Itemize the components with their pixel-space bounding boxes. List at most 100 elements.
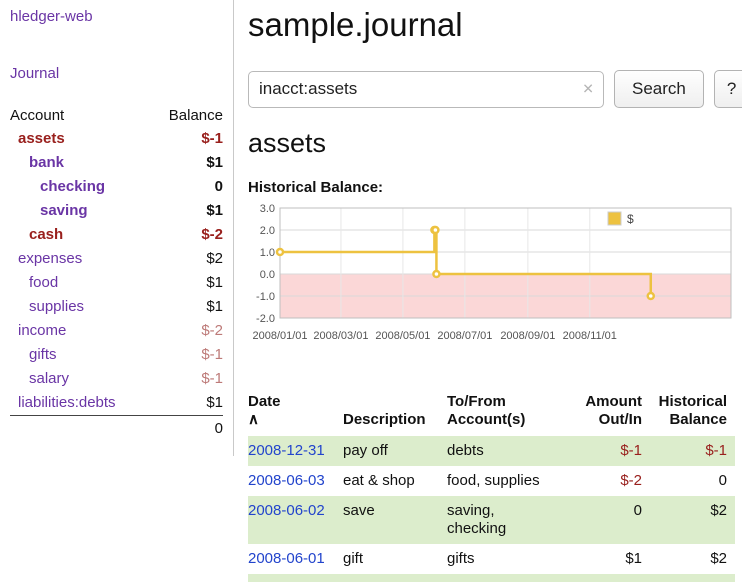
register-header-balance: Historical Balance [650, 373, 735, 436]
accounts-header-account: Account [10, 104, 151, 127]
date-header-label: Date [248, 393, 281, 410]
register-header-date[interactable]: Date ∧ [248, 373, 343, 436]
sidebar: hledger-web Journal Account Balance asse… [0, 0, 234, 456]
account-link[interactable]: expenses [18, 250, 82, 267]
account-row: supplies $1 [10, 295, 223, 319]
svg-text:2008/07/01: 2008/07/01 [437, 330, 492, 342]
svg-text:2008/05/01: 2008/05/01 [375, 330, 430, 342]
account-balance: $1 [151, 295, 223, 319]
account-row: salary $-1 [10, 367, 223, 391]
account-row: checking 0 [10, 175, 223, 199]
account-link[interactable]: income [18, 322, 66, 339]
svg-text:3.0: 3.0 [260, 203, 275, 215]
transaction-balance: $1 [650, 574, 735, 582]
transaction-balance: 0 [650, 466, 735, 496]
transaction-date-link[interactable]: 2008-06-02 [248, 502, 325, 519]
transaction-date-link[interactable]: 2008-06-01 [248, 550, 325, 567]
accounts-total-row: 0 [10, 416, 223, 443]
clear-search-icon[interactable]: ✕ [582, 81, 594, 98]
main-content: sample.journal ✕ Search ? assets Histori… [234, 0, 742, 582]
historical-balance-chart: 3.02.01.00.0-1.0-2.02008/01/012008/03/01… [248, 202, 742, 353]
svg-text:0.0: 0.0 [260, 269, 275, 281]
register-header-description: Description [343, 373, 447, 436]
transaction-amount: $-1 [571, 436, 650, 466]
transaction-description: gift [343, 544, 447, 574]
account-balance: $2 [151, 247, 223, 271]
transaction-accounts: salary [447, 574, 571, 582]
account-link[interactable]: liabilities:debts [18, 394, 116, 411]
help-button[interactable]: ? [714, 70, 742, 108]
svg-text:2008/03/01: 2008/03/01 [313, 330, 368, 342]
sidebar-nav: Journal [10, 65, 223, 82]
transaction-description: pay off [343, 436, 447, 466]
search-button[interactable]: Search [614, 70, 704, 108]
transaction-amount: 0 [571, 496, 650, 544]
search-input[interactable] [248, 71, 604, 108]
transaction-description: income [343, 574, 447, 582]
account-link[interactable]: checking [40, 178, 105, 195]
transaction-accounts: saving, checking [447, 496, 571, 544]
transaction-accounts: debts [447, 436, 571, 466]
register-table-body: 2008-12-31pay offdebts$-1$-12008-06-03ea… [248, 436, 735, 582]
account-link[interactable]: bank [29, 154, 64, 171]
account-row: gifts$-1 [10, 343, 223, 367]
account-row: cash $-2 [10, 223, 223, 247]
transaction-date-link[interactable]: 2008-12-31 [248, 442, 325, 459]
account-link[interactable]: cash [29, 226, 63, 243]
svg-text:2.0: 2.0 [260, 225, 275, 237]
register-table: Date ∧ Description To/From Account(s) Am… [248, 373, 735, 582]
account-row: food $1 [10, 271, 223, 295]
accounts-header-balance: Balance [151, 104, 223, 127]
svg-text:$: $ [627, 212, 634, 226]
transaction-accounts: food, supplies [447, 466, 571, 496]
app-title-link[interactable]: hledger-web [10, 8, 223, 25]
search-box: ✕ [248, 71, 604, 108]
chart-canvas: 3.02.01.00.0-1.0-2.02008/01/012008/03/01… [248, 202, 735, 348]
transaction-row: 2008-01-01incomesalary$1$1 [248, 574, 735, 582]
transaction-date-link[interactable]: 2008-06-03 [248, 472, 325, 489]
account-row: saving $1 [10, 199, 223, 223]
nav-journal-link[interactable]: Journal [10, 65, 59, 82]
account-balance: $-2 [151, 223, 223, 247]
transaction-balance: $-1 [650, 436, 735, 466]
account-balance: $1 [151, 271, 223, 295]
transaction-row: 2008-06-02savesaving, checking0$2 [248, 496, 735, 544]
accounts-total-value: 0 [151, 416, 223, 443]
transaction-amount: $1 [571, 574, 650, 582]
account-link[interactable]: gifts [29, 346, 57, 363]
account-balance: $1 [151, 151, 223, 175]
account-balance: $1 [151, 199, 223, 223]
svg-text:2008/11/01: 2008/11/01 [563, 330, 617, 342]
svg-text:1.0: 1.0 [260, 247, 275, 259]
svg-text:-2.0: -2.0 [256, 313, 275, 325]
chart-title: Historical Balance: [248, 179, 742, 196]
accounts-table: Account Balance assets $-1 bank $1 checking 0… [10, 104, 223, 442]
account-row: assets $-1 [10, 127, 223, 151]
account-balance: $-2 [151, 319, 223, 343]
transaction-row: 2008-12-31pay offdebts$-1$-1 [248, 436, 735, 466]
page-title: sample.journal [248, 6, 742, 44]
account-link[interactable]: assets [18, 130, 65, 147]
svg-text:-1.0: -1.0 [256, 291, 275, 303]
transaction-row: 2008-06-01giftgifts$1$2 [248, 544, 735, 574]
hledger-web-app: hledger-web Journal Account Balance asse… [0, 0, 742, 582]
account-link[interactable]: salary [29, 370, 69, 387]
account-link[interactable]: saving [40, 202, 88, 219]
svg-text:2008/09/01: 2008/09/01 [500, 330, 555, 342]
transaction-balance: $2 [650, 544, 735, 574]
account-row: bank $1 [10, 151, 223, 175]
account-row: income $-2 [10, 319, 223, 343]
account-link[interactable]: food [29, 274, 58, 291]
account-heading: assets [248, 128, 742, 159]
accounts-table-body: assets$-1bank$1checking0saving$1cash$-2e… [10, 127, 223, 416]
transaction-row: 2008-06-03eat & shopfood, supplies$-20 [248, 466, 735, 496]
account-balance: $-1 [151, 367, 223, 391]
register-header-amount: Amount Out/In [571, 373, 650, 436]
account-balance: $-1 [151, 127, 223, 151]
register-header-row: Date ∧ Description To/From Account(s) Am… [248, 373, 735, 436]
account-balance: 0 [151, 175, 223, 199]
account-link[interactable]: supplies [29, 298, 84, 315]
accounts-total-spacer [10, 416, 151, 443]
transaction-description: eat & shop [343, 466, 447, 496]
account-row: expenses $2 [10, 247, 223, 271]
